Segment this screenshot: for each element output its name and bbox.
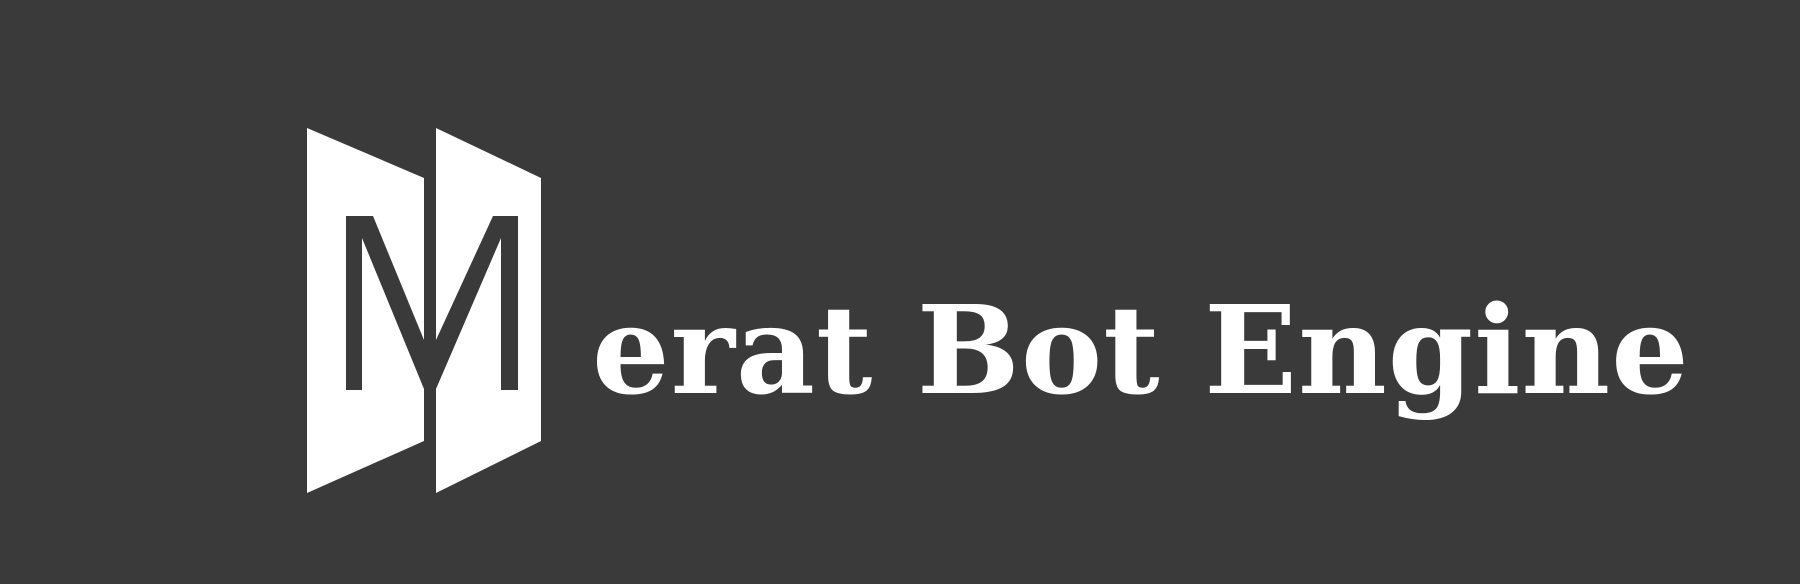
brand-wordmark: erat Bot Engine — [592, 278, 1690, 422]
book-m-monogram-icon — [300, 125, 550, 495]
brand-banner: erat Bot Engine — [0, 0, 1800, 584]
